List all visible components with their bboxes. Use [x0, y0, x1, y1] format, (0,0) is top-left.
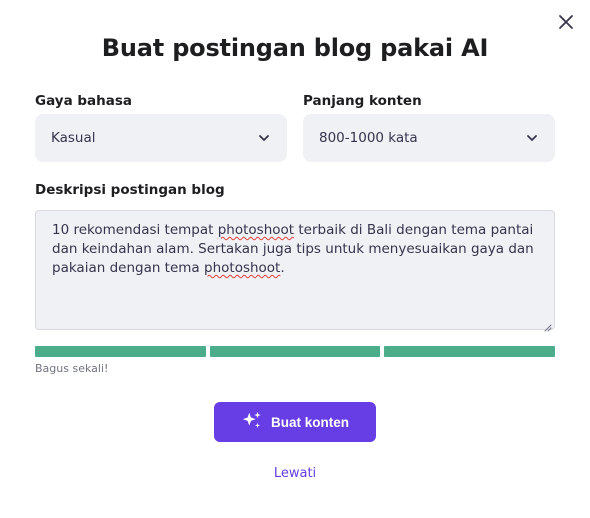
description-textarea[interactable]: 10 rekomendasi tempat photoshoot terbaik…	[35, 210, 555, 332]
dialog-title: Buat postingan blog pakai AI	[101, 34, 489, 62]
length-label: Panjang konten	[303, 93, 422, 109]
spellcheck-word: photoshoot	[217, 222, 295, 238]
close-icon	[558, 14, 574, 34]
spellcheck-word: photoshoot	[204, 260, 281, 276]
style-label: Gaya bahasa	[35, 93, 133, 109]
strength-segment	[35, 346, 206, 357]
style-select[interactable]: Kasual	[35, 114, 287, 162]
strength-label: Bagus sekali!	[35, 362, 109, 375]
sparkle-icon	[241, 410, 263, 435]
chevron-down-icon	[525, 131, 539, 145]
skip-link[interactable]: Lewati	[0, 466, 590, 481]
description-text: 10 rekomendasi tempat photoshoot terbaik…	[52, 222, 534, 276]
strength-segment	[209, 346, 381, 357]
create-content-button[interactable]: Buat konten	[214, 402, 376, 442]
create-content-label: Buat konten	[270, 414, 349, 430]
length-select[interactable]: 800-1000 kata	[303, 114, 555, 162]
description-label: Deskripsi postingan blog	[35, 182, 225, 198]
strength-segment	[384, 346, 556, 357]
strength-meter	[35, 346, 556, 357]
chevron-down-icon	[257, 131, 271, 145]
style-select-value: Kasual	[51, 130, 96, 146]
close-button[interactable]	[554, 12, 578, 36]
ai-blog-dialog: Buat postingan blog pakai AI Gaya bahasa…	[0, 0, 590, 518]
length-select-value: 800-1000 kata	[319, 130, 418, 146]
resize-grip-icon[interactable]	[542, 317, 552, 332]
